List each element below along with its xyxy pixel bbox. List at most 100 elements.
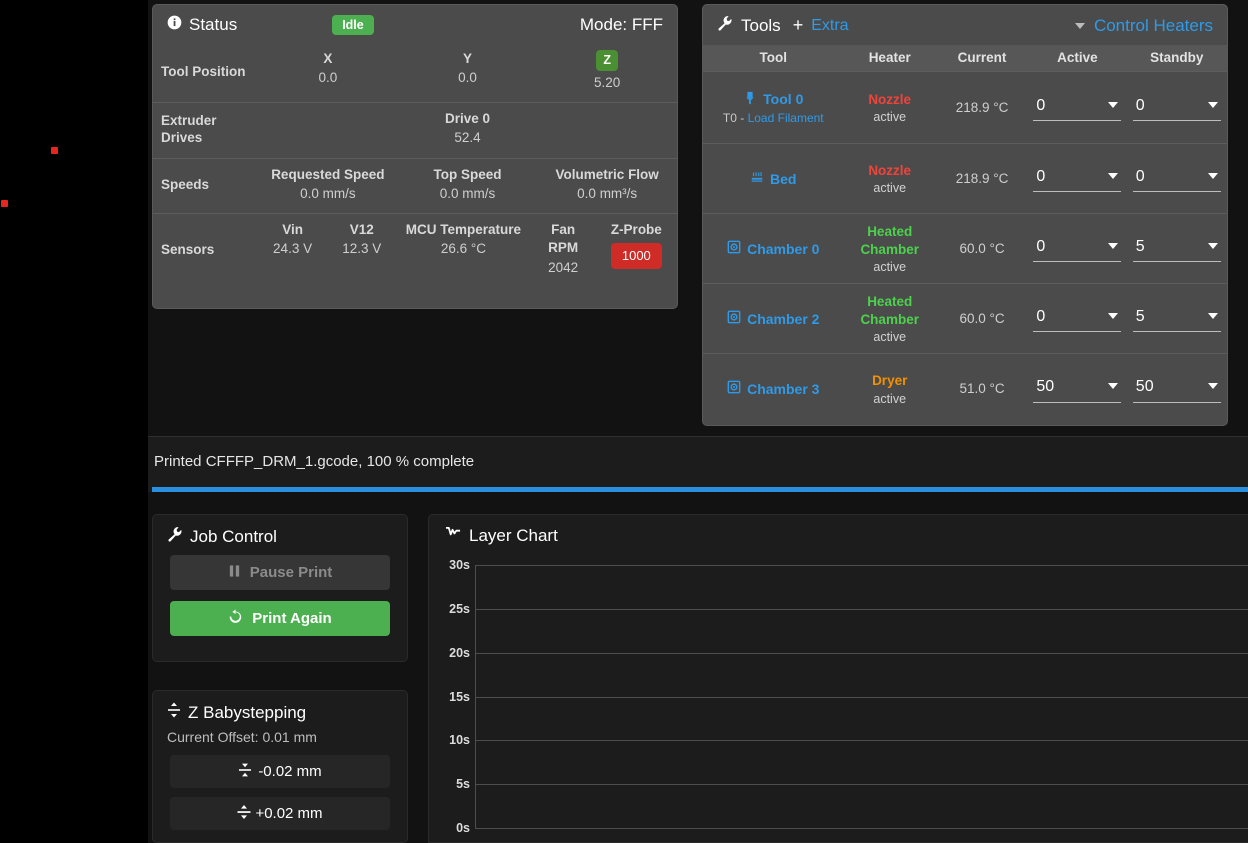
marker-dot-2 (1, 200, 8, 207)
active-temperature-select[interactable]: 0 (1033, 305, 1122, 333)
active-temperature-select[interactable]: 0 (1033, 165, 1122, 193)
tools-table: Tool Heater Current Active Standby Tool … (703, 45, 1227, 424)
tool-cell: Chamber 2 (703, 283, 844, 354)
chevron-down-icon (1108, 312, 1119, 319)
table-row: Chamber 3 Dryer active 51.0 °C 50 50 (703, 353, 1227, 424)
layer-chart-plot: 30s 25s 20s 15s 10s 5s 0s (429, 558, 1248, 835)
heater-name[interactable]: Dryer (848, 372, 932, 390)
cell-header: X (323, 51, 333, 66)
y-tick-label: 30s (449, 558, 470, 572)
cell-header: Volumetric Flow (555, 166, 659, 182)
z-babystep-decrease-button[interactable]: -0.02 mm (170, 755, 390, 788)
status-cell-volumetric-flow: Volumetric Flow 0.0 mm³/s (537, 159, 677, 213)
cell-value: 0.0 mm/s (300, 185, 356, 201)
status-row-label: Speeds (161, 177, 210, 193)
standby-temperature-cell: 0 (1126, 143, 1227, 214)
z-babystep-increase-button[interactable]: +0.02 mm (170, 797, 390, 830)
status-cell-requested-speed: Requested Speed 0.0 mm/s (258, 159, 398, 213)
marker-dot-1 (51, 147, 58, 154)
tool-link[interactable]: Chamber 3 (747, 381, 819, 397)
status-cell-mcu-temperature: MCU Temperature 26.6 °C (396, 214, 530, 287)
job-control-header: Job Control (153, 515, 407, 555)
cell-header: Requested Speed (271, 166, 385, 182)
tools-panel-header: Tools + Extra Control Heaters (703, 5, 1227, 45)
tool-cell: Tool 0 T0 - Load Filament (703, 71, 844, 144)
column-header-active: Active (1028, 45, 1127, 72)
job-control-panel: Job Control Pause Print Print Again (152, 514, 408, 662)
standby-temperature-select[interactable]: 5 (1132, 305, 1221, 333)
column-header-heater: Heater (843, 45, 936, 72)
extruder-icon (743, 91, 757, 108)
print-again-button[interactable]: Print Again (170, 601, 390, 636)
status-cell-z-probe: Z-Probe 1000 (596, 214, 677, 287)
cell-value: 26.6 °C (440, 241, 487, 257)
cell-value: 5.20 (594, 74, 621, 90)
plus-icon[interactable]: + (793, 15, 804, 36)
z-axis-chip: Z (596, 50, 618, 71)
chamber-icon (727, 380, 741, 397)
heater-name[interactable]: Heated Chamber (848, 293, 932, 328)
z-probe-value-badge: 1000 (610, 243, 662, 269)
cell-value: 52.4 (454, 130, 481, 146)
cell-header: Drive 0 (444, 111, 491, 127)
standby-temperature-select[interactable]: 0 (1132, 94, 1221, 122)
add-extra-link[interactable]: Extra (811, 17, 848, 35)
active-temperature-select[interactable]: 50 (1033, 375, 1122, 403)
arrows-vertical-icon (167, 702, 181, 723)
pause-print-button[interactable]: Pause Print (170, 555, 390, 590)
status-row-sensors: Sensors Vin 24.3 V V12 12.3 V MCU Temper… (153, 213, 677, 287)
active-temperature-select[interactable]: 0 (1033, 94, 1122, 122)
active-temperature-cell: 0 (1028, 213, 1127, 284)
chart-icon (445, 526, 462, 546)
print-again-label: Print Again (252, 610, 332, 627)
heater-name[interactable]: Nozzle (848, 162, 932, 180)
print-progress-section: Printed CFFFP_DRM_1.gcode, 100 % complet… (148, 436, 1248, 492)
progress-bar-fill (152, 487, 1248, 492)
cell-header: Vin (282, 222, 303, 238)
standby-temperature-cell: 50 (1126, 353, 1227, 424)
layer-chart-header: Layer Chart (429, 515, 1248, 554)
control-heaters-link[interactable]: Control Heaters (1094, 16, 1213, 36)
active-temperature-cell: 50 (1028, 353, 1127, 424)
tool-link[interactable]: Chamber 0 (747, 241, 819, 257)
gridline (475, 652, 1248, 654)
status-cell-x: X 0.0 (258, 43, 398, 102)
y-tick-label: 20s (449, 645, 470, 660)
heater-state: active (873, 260, 907, 275)
layer-chart-panel: Layer Chart 30s 25s 20s 15s 10s 5s 0s (428, 514, 1248, 843)
tool-link[interactable]: Chamber 2 (747, 311, 819, 327)
status-cell-vin: Vin 24.3 V (258, 214, 327, 287)
column-header-standby: Standby (1126, 45, 1227, 72)
gridline (475, 696, 1248, 698)
chevron-down-icon (1108, 382, 1119, 389)
tool-link[interactable]: Tool 0 (763, 91, 803, 107)
load-filament-link[interactable]: Load Filament (748, 111, 824, 125)
pause-print-label: Pause Print (249, 564, 333, 581)
active-temperature-select[interactable]: 0 (1033, 235, 1122, 263)
chevron-down-icon (1207, 382, 1218, 389)
status-row-speeds: Speeds Requested Speed 0.0 mm/s Top Spee… (153, 157, 677, 213)
table-row: Bed Nozzle active 218.9 °C 0 0 (703, 143, 1227, 214)
heater-name[interactable]: Heated Chamber (848, 223, 932, 258)
tool-cell: Chamber 3 (703, 353, 844, 424)
y-tick-label: 0s (456, 821, 470, 835)
heater-name[interactable]: Nozzle (848, 91, 932, 109)
chevron-down-icon[interactable] (1074, 22, 1085, 29)
wrench-icon (167, 526, 183, 547)
cell-header: Top Speed (433, 166, 502, 182)
chevron-down-icon (1207, 101, 1218, 108)
heater-cell: Heated Chamber active (843, 283, 936, 354)
y-tick-label: 15s (449, 689, 470, 704)
standby-temperature-select[interactable]: 5 (1132, 235, 1221, 263)
tool-link[interactable]: Bed (770, 171, 796, 187)
standby-temperature-select[interactable]: 50 (1132, 375, 1221, 403)
z-babystepping-panel: Z Babystepping Current Offset: 0.01 mm -… (152, 690, 408, 843)
standby-temperature-select[interactable]: 0 (1132, 165, 1221, 193)
layer-chart-title: Layer Chart (469, 526, 558, 545)
heater-state: active (873, 181, 907, 196)
active-temperature-cell: 0 (1028, 143, 1127, 214)
tools-table-header-row: Tool Heater Current Active Standby (703, 45, 1227, 72)
chevron-down-icon (1207, 172, 1218, 179)
cell-header-line2: RPM (548, 240, 579, 256)
status-cell-drive0: Drive 0 52.4 (258, 103, 677, 157)
